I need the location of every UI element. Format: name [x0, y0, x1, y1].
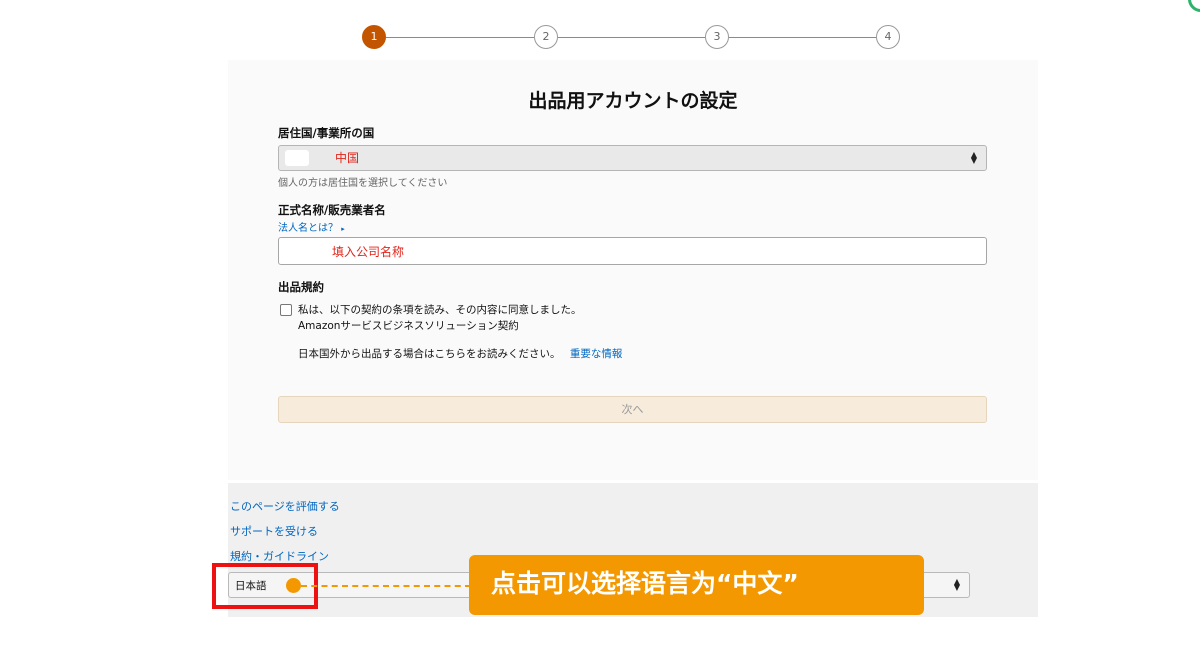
callout-connector	[301, 585, 471, 587]
country-label: 居住国/事業所の国	[278, 126, 375, 140]
callout-dot	[286, 578, 301, 593]
country-hint: 個人の方は居住国を選択してください	[278, 178, 448, 189]
country-value: 中国	[335, 151, 360, 165]
annotation-callout: 点击可以选择语言为“中文”	[469, 555, 924, 615]
company-name-input[interactable]: 填入公司名称	[278, 237, 987, 265]
terms-guidelines-link[interactable]: 規約・ガイドライン	[230, 548, 329, 564]
redaction-mask	[285, 150, 309, 166]
corner-decoration	[1188, 0, 1200, 12]
step-4: 4	[876, 25, 900, 49]
select-arrows-icon: ▲ ▼	[970, 150, 977, 165]
name-label: 正式名称/販売業者名	[278, 203, 386, 217]
company-name-note: 填入公司名称	[332, 245, 405, 259]
get-support-link[interactable]: サポートを受ける	[230, 523, 318, 539]
page-title: 出品用アカウントの設定	[528, 90, 738, 112]
agreement-link[interactable]: Amazonサービスビジネスソリューション契約	[298, 318, 519, 333]
stepper-line	[729, 37, 876, 38]
help-link-text: 法人名とは？	[278, 223, 338, 234]
step-3: 3	[705, 25, 729, 49]
important-info-link[interactable]: 重要な情報	[570, 348, 623, 360]
step-1: 1	[362, 25, 386, 49]
country-select[interactable]: 中国 ▲ ▼	[278, 145, 987, 171]
rate-page-link[interactable]: このページを評価する	[230, 498, 340, 514]
agree-text: 私は、以下の契約の条項を読み、その内容に同意しました。	[298, 304, 582, 316]
stepper	[228, 0, 1038, 60]
overseas-text: 日本国外から出品する場合はこちらをお読みください。	[298, 348, 561, 360]
overseas-notice: 日本国外から出品する場合はこちらをお読みください。 重要な情報	[298, 346, 622, 361]
terms-label: 出品規約	[278, 280, 324, 294]
select-arrows-icon: ▲ ▼	[953, 577, 960, 592]
step-2: 2	[534, 25, 558, 49]
stepper-line	[386, 37, 534, 38]
stepper-line	[558, 37, 705, 38]
agree-checkbox[interactable]	[280, 304, 292, 316]
corporate-name-help-link[interactable]: 法人名とは？ ▸	[278, 219, 345, 234]
next-button[interactable]: 次へ	[278, 396, 987, 423]
chevron-right-icon: ▸	[341, 225, 345, 233]
